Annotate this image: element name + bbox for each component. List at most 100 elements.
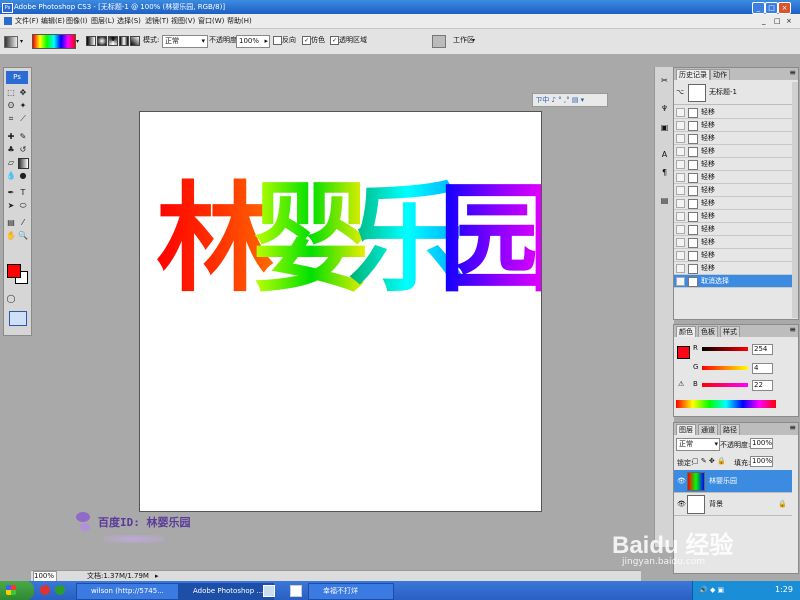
diamond-gradient-icon[interactable]: [130, 36, 140, 46]
tab-color[interactable]: 颜色: [676, 326, 696, 337]
menu-edit[interactable]: 编辑(E): [41, 16, 65, 26]
quicklaunch-2-icon[interactable]: [55, 585, 65, 595]
gradient-tool-icon[interactable]: [4, 36, 18, 48]
layer-comps-icon[interactable]: ▤: [659, 195, 670, 206]
gradient-picker[interactable]: [32, 34, 76, 49]
b-value[interactable]: 22: [752, 380, 773, 391]
menu-view[interactable]: 视图(V): [171, 16, 195, 26]
history-menu-icon[interactable]: ≡: [789, 68, 796, 77]
mode-select[interactable]: 正常 ▾: [162, 35, 208, 48]
type-tool-icon[interactable]: T: [18, 188, 28, 198]
brush-tool-icon[interactable]: ✎: [18, 132, 28, 142]
dodge-tool-icon[interactable]: ●: [18, 171, 28, 181]
palette-well-icon[interactable]: [432, 35, 446, 48]
tab-actions[interactable]: 动作: [710, 69, 730, 80]
healing-brush-tool-icon[interactable]: ✚: [6, 132, 16, 142]
shape-tool-icon[interactable]: ⬭: [18, 201, 28, 211]
character-icon[interactable]: A: [659, 149, 670, 160]
taskbar-item-photoshop[interactable]: Adobe Photoshop ...: [178, 583, 274, 600]
zoom-tool-icon[interactable]: 🔍: [18, 231, 28, 241]
layer-visibility-eye-icon[interactable]: 👁: [677, 470, 686, 492]
g-value[interactable]: 4: [752, 363, 773, 374]
eraser-tool-icon[interactable]: ▱: [6, 158, 16, 168]
blend-mode-select[interactable]: 正常 ▾: [676, 438, 720, 451]
stamp-tool-icon[interactable]: ♣: [6, 145, 16, 155]
layer-row-active[interactable]: 👁 林婴乐园: [674, 470, 792, 493]
quick-mask-icon[interactable]: ◯: [6, 294, 16, 304]
close-button[interactable]: ×: [778, 2, 791, 14]
crop-tool-icon[interactable]: ⌗: [6, 114, 16, 124]
history-item[interactable]: 轻移: [674, 119, 792, 132]
menu-layer[interactable]: 图层(L): [91, 16, 114, 26]
menu-window[interactable]: 窗口(W): [198, 16, 224, 26]
taskbar-item-music[interactable]: 幸福不打烊: [308, 583, 394, 600]
layer-visibility-eye-icon[interactable]: 👁: [677, 493, 686, 515]
history-item[interactable]: 轻移: [674, 145, 792, 158]
layer-row-background[interactable]: 👁 背景 🔒: [674, 493, 792, 516]
slice-tool-icon[interactable]: ⟋: [18, 114, 28, 124]
history-item[interactable]: 轻移: [674, 184, 792, 197]
history-item[interactable]: 轻移: [674, 171, 792, 184]
document-canvas[interactable]: 林 婴 乐 园: [139, 111, 542, 512]
color-ramp[interactable]: [676, 400, 776, 408]
dither-checkbox[interactable]: ✓: [302, 36, 311, 45]
menu-help[interactable]: 帮助(H): [227, 16, 252, 26]
doc-close-button[interactable]: ×: [786, 16, 792, 26]
tab-swatches[interactable]: 色板: [698, 326, 718, 337]
linear-gradient-icon[interactable]: [86, 36, 96, 46]
fill-value[interactable]: 100%: [750, 456, 773, 467]
reverse-checkbox[interactable]: [273, 36, 282, 45]
eyedropper-tool-icon[interactable]: ⁄: [18, 218, 28, 228]
lock-icons[interactable]: ▢ ✎ ✥ 🔒: [692, 457, 726, 465]
doc-restore-button[interactable]: □: [774, 16, 781, 26]
angle-gradient-icon[interactable]: [108, 36, 118, 46]
minimize-button[interactable]: _: [752, 2, 765, 14]
taskbar-icon-a[interactable]: [263, 585, 275, 597]
history-item[interactable]: 轻移: [674, 210, 792, 223]
lasso-tool-icon[interactable]: ʘ: [6, 101, 16, 111]
notes-tool-icon[interactable]: ▤: [6, 218, 16, 228]
history-item[interactable]: 轻移: [674, 106, 792, 119]
tool-presets-icon[interactable]: ✂: [659, 75, 670, 86]
tab-history[interactable]: 历史记录: [676, 69, 710, 80]
paragraph-icon[interactable]: ¶: [659, 167, 670, 178]
reflected-gradient-icon[interactable]: [119, 36, 129, 46]
foreground-color-swatch-top[interactable]: [7, 264, 21, 278]
history-scrollbar[interactable]: [792, 82, 798, 318]
gradient-dropdown-chevron-icon[interactable]: ▾: [76, 38, 79, 45]
b-slider[interactable]: [702, 383, 748, 387]
magic-wand-tool-icon[interactable]: ✦: [18, 101, 28, 111]
brushes-icon[interactable]: ♆: [659, 103, 670, 114]
history-item[interactable]: 轻移: [674, 236, 792, 249]
screen-mode-icon[interactable]: [9, 311, 27, 326]
pen-tool-icon[interactable]: ✒: [6, 188, 16, 198]
opacity-input[interactable]: 100% ▸: [236, 35, 270, 48]
clone-source-icon[interactable]: ▣: [659, 122, 670, 133]
g-slider[interactable]: [702, 366, 748, 370]
transparency-checkbox[interactable]: ✓: [330, 36, 339, 45]
history-item[interactable]: 轻移: [674, 262, 792, 275]
taskbar-icon-b[interactable]: [290, 585, 302, 597]
layers-menu-icon[interactable]: ≡: [789, 423, 796, 432]
r-slider[interactable]: [702, 347, 748, 351]
marquee-tool-icon[interactable]: ⬚: [6, 88, 16, 98]
menu-image[interactable]: 图像(I): [66, 16, 88, 26]
gradient-tool-icon-selected[interactable]: [18, 158, 29, 169]
menu-filter[interactable]: 滤镜(T): [145, 16, 169, 26]
app-menu-icon[interactable]: [4, 17, 12, 25]
history-item[interactable]: 轻移: [674, 197, 792, 210]
tray-icons[interactable]: 🔊 ◆ ▣: [699, 586, 724, 594]
history-item[interactable]: 轻移: [674, 132, 792, 145]
quicklaunch-1-icon[interactable]: [40, 585, 50, 595]
maximize-button[interactable]: □: [765, 2, 778, 14]
tab-paths[interactable]: 路径: [720, 424, 740, 435]
history-item[interactable]: 轻移: [674, 223, 792, 236]
blur-tool-icon[interactable]: 💧: [6, 171, 16, 181]
color-foreground-swatch[interactable]: [677, 346, 690, 359]
r-value[interactable]: 254: [752, 344, 773, 355]
history-item[interactable]: 轻移: [674, 158, 792, 171]
menu-select[interactable]: 选择(S): [117, 16, 141, 26]
doc-minimize-button[interactable]: _: [762, 16, 766, 26]
menu-file[interactable]: 文件(F): [15, 16, 39, 26]
radial-gradient-icon[interactable]: [97, 36, 107, 46]
